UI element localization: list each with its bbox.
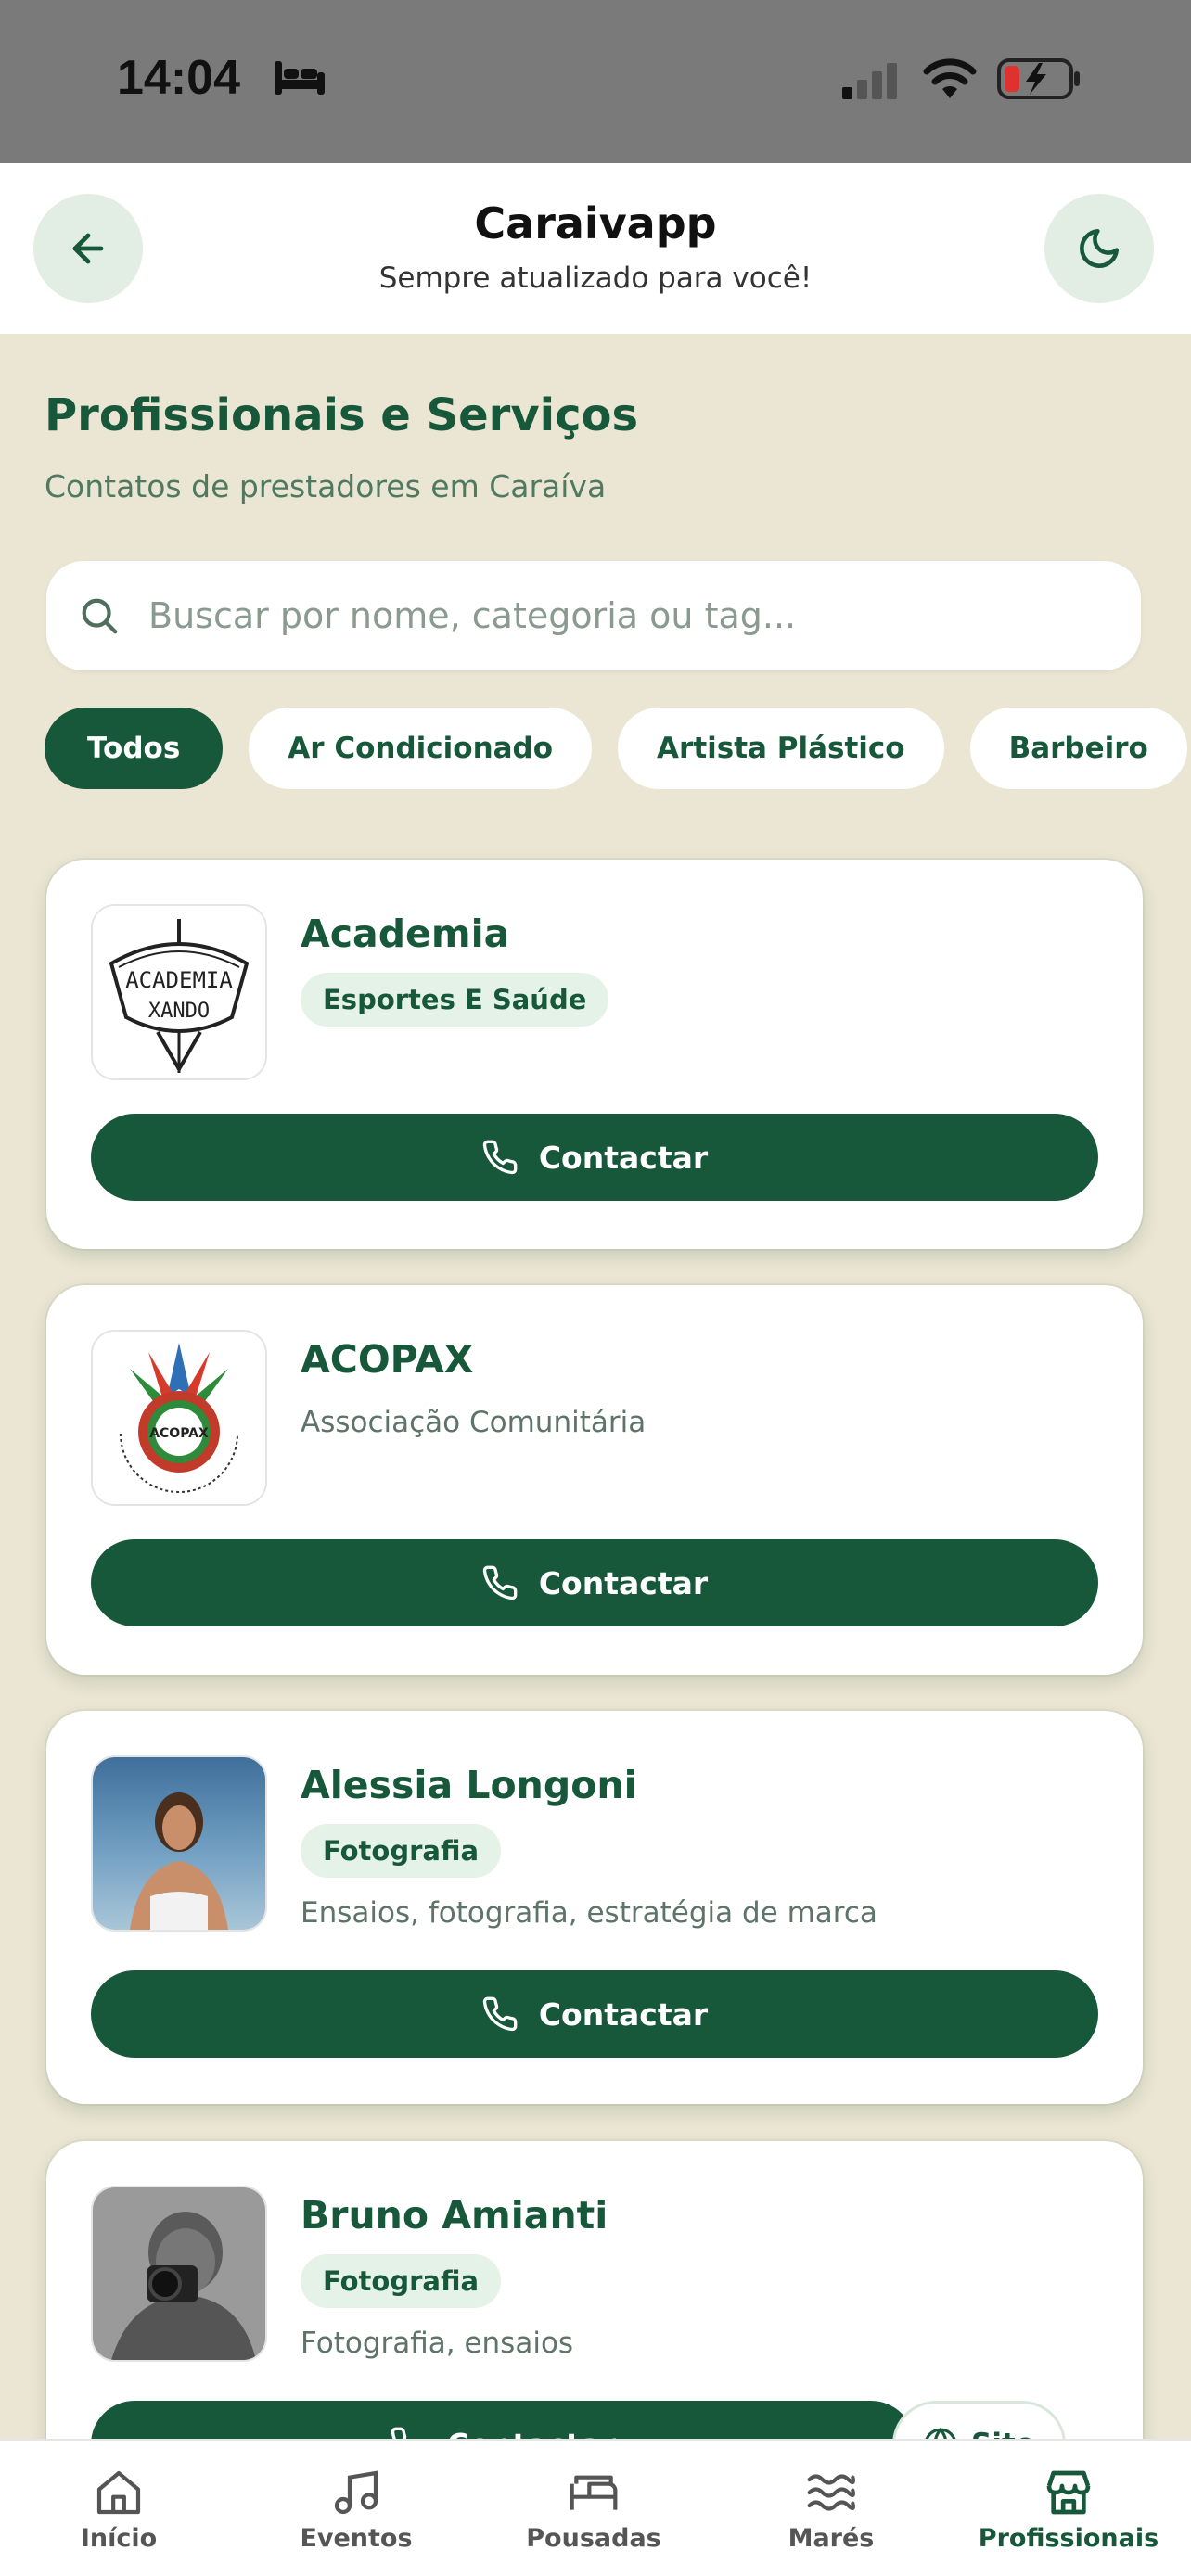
status-bar: 14:04	[0, 0, 1191, 163]
category-tag: Esportes E Saúde	[301, 973, 609, 1027]
provider-description: Associação Comunitária	[301, 1406, 647, 1439]
home-icon	[96, 2470, 141, 2515]
svg-text:ACOPAX: ACOPAX	[149, 1426, 209, 1441]
phone-icon	[482, 1996, 518, 2032]
nav-label: Início	[80, 2524, 158, 2553]
phone-icon	[482, 1565, 518, 1600]
photographer-photo	[93, 2187, 265, 2360]
provider-name: Academia	[301, 912, 510, 956]
search-input[interactable]	[148, 595, 1076, 636]
nav-eventos[interactable]: Eventos	[263, 2467, 449, 2553]
app-subtitle: Sempre atualizado para você!	[378, 261, 813, 295]
bed-icon	[570, 2475, 618, 2510]
cellular-signal-icon	[842, 63, 897, 99]
provider-card: ACADEMIA XANDO Academia Esportes E Saúde…	[46, 860, 1143, 1249]
chip-artista-plastico[interactable]: Artista Plástico	[618, 708, 944, 789]
provider-card: Alessia Longoni Fotografia Ensaios, foto…	[46, 1711, 1143, 2104]
search-bar	[46, 561, 1141, 670]
app-header: Caraivapp Sempre atualizado para você!	[0, 163, 1191, 334]
app-title: Caraivapp	[474, 198, 717, 249]
provider-photo	[91, 1755, 267, 1932]
sleep-focus-icon	[275, 61, 325, 95]
category-tag: Fotografia	[301, 1824, 502, 1878]
nav-mares[interactable]: Marés	[738, 2467, 924, 2553]
provider-description: Ensaios, fotografia, estratégia de marca	[301, 1896, 877, 1930]
svg-text:ACADEMIA: ACADEMIA	[125, 967, 233, 993]
music-icon	[334, 2470, 378, 2515]
contact-button[interactable]: Contactar	[91, 1114, 1098, 1201]
chip-ar-condicionado[interactable]: Ar Condicionado	[249, 708, 593, 789]
battery-charging-icon	[997, 58, 1080, 99]
provider-name: Alessia Longoni	[301, 1763, 637, 1807]
acopax-logo-image: ACOPAX	[93, 1332, 265, 1504]
waves-icon	[807, 2474, 856, 2511]
portrait-photo	[93, 1757, 265, 1930]
provider-name: Bruno Amianti	[301, 2193, 608, 2238]
contact-label: Contactar	[538, 1996, 709, 2033]
nav-profissionais[interactable]: Profissionais	[976, 2467, 1161, 2553]
provider-photo	[91, 2186, 267, 2362]
moon-icon	[1080, 228, 1120, 268]
provider-description: Fotografia, ensaios	[301, 2327, 574, 2360]
provider-logo: ACOPAX	[91, 1330, 267, 1506]
contact-label: Contactar	[538, 1139, 709, 1176]
search-icon	[82, 598, 118, 634]
category-tag: Fotografia	[301, 2254, 502, 2308]
nav-label: Pousadas	[526, 2524, 661, 2553]
contact-button[interactable]: Contactar	[91, 1539, 1098, 1626]
contact-button[interactable]: Contactar	[91, 1970, 1098, 2058]
page-title: Profissionais e Serviços	[45, 389, 639, 441]
provider-name: ACOPAX	[301, 1337, 474, 1382]
nav-inicio[interactable]: Início	[26, 2467, 211, 2553]
nav-label: Marés	[788, 2524, 875, 2553]
bottom-navigation: Início Eventos Pousadas Marés Profission…	[0, 2439, 1191, 2576]
chip-barbeiro[interactable]: Barbeiro	[969, 708, 1187, 789]
phone-icon	[482, 1140, 518, 1175]
chip-todos[interactable]: Todos	[45, 708, 224, 789]
category-filter-chips: Todos Ar Condicionado Artista Plástico B…	[45, 708, 1187, 789]
wifi-icon	[923, 58, 977, 98]
contact-label: Contactar	[538, 1564, 709, 1601]
store-icon	[1046, 2470, 1091, 2515]
nav-label: Eventos	[300, 2524, 413, 2553]
dark-mode-toggle[interactable]	[1044, 194, 1154, 303]
svg-text:XANDO: XANDO	[148, 1000, 210, 1023]
status-time: 14:04	[117, 51, 240, 105]
nav-pousadas[interactable]: Pousadas	[501, 2467, 686, 2553]
provider-logo: ACADEMIA XANDO	[91, 904, 267, 1080]
academia-logo-image: ACADEMIA XANDO	[93, 906, 265, 1078]
page-subtitle: Contatos de prestadores em Caraíva	[45, 468, 607, 504]
provider-card: ACOPAX ACOPAX Associação Comunitária Con…	[46, 1285, 1143, 1675]
nav-label: Profissionais	[978, 2524, 1159, 2553]
